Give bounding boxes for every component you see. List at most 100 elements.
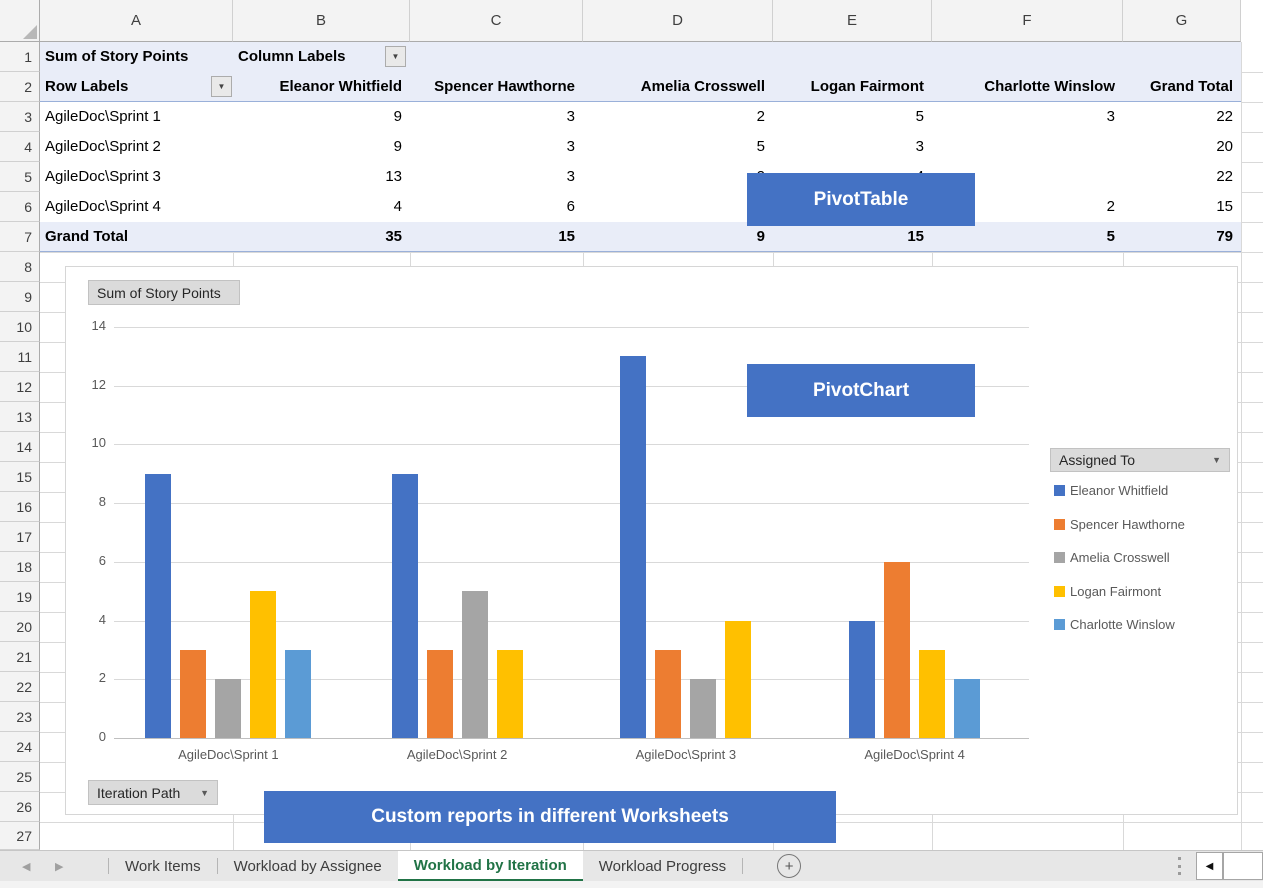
row-header-9[interactable]: 9: [0, 282, 40, 312]
pivot-row-label[interactable]: AgileDoc\Sprint 3: [40, 162, 233, 192]
bar-spencer-hawthorne[interactable]: [884, 562, 910, 738]
row-header-13[interactable]: 13: [0, 402, 40, 432]
column-labels-filter-button[interactable]: ▼: [385, 46, 406, 67]
pivot-value-cell[interactable]: 3: [410, 102, 583, 132]
row-header-21[interactable]: 21: [0, 642, 40, 672]
bar-logan-fairmont[interactable]: [250, 591, 276, 738]
bar-charlotte-winslow[interactable]: [285, 650, 311, 738]
pivot-chart[interactable]: Sum of Story Points 02468101214AgileDoc\…: [65, 266, 1238, 815]
row-header-11[interactable]: 11: [0, 342, 40, 372]
bar-logan-fairmont[interactable]: [725, 621, 751, 738]
bar-eleanor-whitfield[interactable]: [392, 474, 418, 738]
legend-item[interactable]: Charlotte Winslow: [1054, 617, 1175, 632]
bar-amelia-crosswell[interactable]: [690, 679, 716, 738]
pivot-col-header[interactable]: Logan Fairmont: [773, 72, 932, 102]
pivot-value-cell[interactable]: 4: [233, 192, 410, 222]
values-field-button[interactable]: Sum of Story Points: [88, 280, 240, 305]
pivot-value-cell[interactable]: 3: [410, 162, 583, 192]
bar-eleanor-whitfield[interactable]: [145, 474, 171, 738]
pivot-value-cell[interactable]: 20: [1123, 132, 1241, 162]
legend-field-button[interactable]: Assigned To ▼: [1050, 448, 1230, 472]
row-header-5[interactable]: 5: [0, 162, 40, 192]
pivot-value-cell[interactable]: 2: [583, 102, 773, 132]
hscroll-left-arrow[interactable]: ◀: [1196, 852, 1223, 880]
pivot-col-header[interactable]: Charlotte Winslow: [932, 72, 1123, 102]
sheet-tab-workload-by-assignee[interactable]: Workload by Assignee: [218, 851, 398, 881]
pivot-row-label[interactable]: AgileDoc\Sprint 4: [40, 192, 233, 222]
bar-amelia-crosswell[interactable]: [462, 591, 488, 738]
row-header-8[interactable]: 8: [0, 252, 40, 282]
sheet-tab-workload-by-iteration[interactable]: Workload by Iteration: [398, 851, 583, 881]
pivot-value-cell[interactable]: 15: [1123, 192, 1241, 222]
pivot-col-header[interactable]: Spencer Hawthorne: [410, 72, 583, 102]
row-header-27[interactable]: 27: [0, 822, 40, 850]
row-header-20[interactable]: 20: [0, 612, 40, 642]
row-header-26[interactable]: 26: [0, 792, 40, 822]
bar-amelia-crosswell[interactable]: [215, 679, 241, 738]
pivot-grand-total-cell[interactable]: 15: [773, 222, 932, 252]
column-header-f[interactable]: F: [932, 0, 1123, 42]
select-all-corner[interactable]: [0, 0, 40, 42]
bar-eleanor-whitfield[interactable]: [849, 621, 875, 738]
column-header-e[interactable]: E: [773, 0, 932, 42]
legend-item[interactable]: Logan Fairmont: [1054, 584, 1161, 599]
pivot-value-cell[interactable]: 2: [583, 162, 773, 192]
column-header-a[interactable]: A: [40, 0, 233, 42]
row-header-2[interactable]: 2: [0, 72, 40, 102]
pivot-values-label[interactable]: Sum of Story Points: [40, 42, 233, 72]
pivot-grand-total-cell[interactable]: 5: [932, 222, 1123, 252]
bar-spencer-hawthorne[interactable]: [180, 650, 206, 738]
pivot-value-cell[interactable]: 3: [410, 132, 583, 162]
row-header-7[interactable]: 7: [0, 222, 40, 252]
pivot-value-cell[interactable]: 3: [932, 102, 1123, 132]
hscroll-thumb[interactable]: [1223, 852, 1263, 880]
pivot-value-cell[interactable]: 6: [410, 192, 583, 222]
pivot-grand-total-cell[interactable]: 35: [233, 222, 410, 252]
tab-scroll-right-icon[interactable]: ▶: [55, 860, 63, 873]
pivot-row-label[interactable]: AgileDoc\Sprint 2: [40, 132, 233, 162]
pivot-grand-total-label[interactable]: Grand Total: [40, 222, 233, 252]
pivot-grand-total-cell[interactable]: 79: [1123, 222, 1241, 252]
tab-bar-resize-handle[interactable]: [1176, 857, 1182, 875]
legend-item[interactable]: Eleanor Whitfield: [1054, 483, 1168, 498]
pivot-col-header[interactable]: Amelia Crosswell: [583, 72, 773, 102]
pivot-value-cell[interactable]: 5: [583, 132, 773, 162]
pivot-col-header[interactable]: Eleanor Whitfield: [233, 72, 410, 102]
bar-eleanor-whitfield[interactable]: [620, 356, 646, 738]
row-header-22[interactable]: 22: [0, 672, 40, 702]
sheet-tab-workload-progress[interactable]: Workload Progress: [583, 851, 742, 881]
bar-spencer-hawthorne[interactable]: [427, 650, 453, 738]
bar-charlotte-winslow[interactable]: [954, 679, 980, 738]
bar-spencer-hawthorne[interactable]: [655, 650, 681, 738]
row-header-18[interactable]: 18: [0, 552, 40, 582]
pivot-value-cell[interactable]: 9: [233, 132, 410, 162]
row-header-10[interactable]: 10: [0, 312, 40, 342]
axis-field-button[interactable]: Iteration Path ▼: [88, 780, 218, 805]
pivot-value-cell[interactable]: 13: [233, 162, 410, 192]
pivot-value-cell[interactable]: 5: [773, 102, 932, 132]
column-header-d[interactable]: D: [583, 0, 773, 42]
pivot-row-labels[interactable]: Row Labels: [40, 72, 233, 102]
pivot-row-label[interactable]: AgileDoc\Sprint 1: [40, 102, 233, 132]
row-header-17[interactable]: 17: [0, 522, 40, 552]
new-sheet-button[interactable]: +: [777, 854, 801, 878]
row-header-16[interactable]: 16: [0, 492, 40, 522]
pivot-column-labels[interactable]: Column Labels: [233, 42, 410, 72]
tab-scroll-left-icon[interactable]: ◀: [22, 860, 30, 873]
pivot-value-cell[interactable]: 22: [1123, 162, 1241, 192]
row-header-23[interactable]: 23: [0, 702, 40, 732]
sheet-tab-work-items[interactable]: Work Items: [109, 851, 217, 881]
row-header-24[interactable]: 24: [0, 732, 40, 762]
row-header-15[interactable]: 15: [0, 462, 40, 492]
column-header-b[interactable]: B: [233, 0, 410, 42]
pivot-grand-total-cell[interactable]: 15: [410, 222, 583, 252]
pivot-value-cell[interactable]: 3: [773, 132, 932, 162]
row-header-14[interactable]: 14: [0, 432, 40, 462]
column-header-g[interactable]: G: [1123, 0, 1241, 42]
row-header-12[interactable]: 12: [0, 372, 40, 402]
pivot-grand-total-cell[interactable]: 9: [583, 222, 773, 252]
row-labels-filter-button[interactable]: ▼: [211, 76, 232, 97]
legend-item[interactable]: Spencer Hawthorne: [1054, 517, 1185, 532]
pivot-col-header[interactable]: Grand Total: [1123, 72, 1241, 102]
row-header-1[interactable]: 1: [0, 42, 40, 72]
